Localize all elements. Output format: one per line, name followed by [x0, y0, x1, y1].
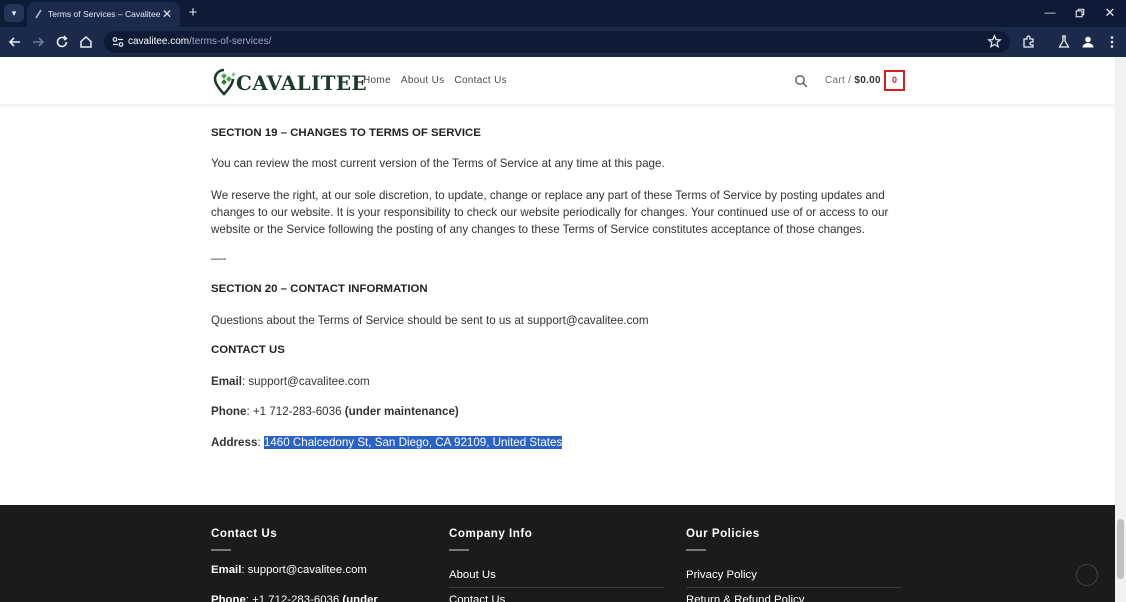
phone-label: Phone [211, 405, 247, 418]
browser-menu-kebab-icon[interactable] [1103, 33, 1121, 51]
footer-email-line: Email: support@cavalitee.com [211, 564, 367, 576]
footer-contact-column: Contact Us Email: support@cavalitee.com … [211, 527, 431, 602]
footer-phone-label: Phone [211, 594, 246, 602]
nav-home-link[interactable]: Home [363, 75, 391, 86]
home-icon[interactable] [77, 33, 95, 51]
footer-phone-value: : +1 712-283-6036 [245, 594, 343, 602]
restore-window-icon[interactable] [1071, 5, 1089, 21]
contact-us-heading: CONTACT US [211, 344, 285, 356]
footer-policies-title: Our Policies [686, 527, 760, 540]
tab-close-icon[interactable]: ✕ [160, 7, 174, 21]
cart-count-badge[interactable]: 0 [884, 70, 905, 91]
browser-tab-active[interactable]: Terms of Services – Cavalitee ✕ [27, 2, 180, 27]
labs-flask-icon[interactable] [1055, 33, 1073, 51]
address-label: Address [211, 436, 258, 449]
footer-refund-policy-link[interactable]: Return & Refund Policy [686, 594, 804, 602]
section-19-paragraph-1: You can review the most current version … [211, 157, 665, 170]
footer-email-label: Email [211, 564, 242, 576]
site-info-tune-icon[interactable] [111, 35, 125, 49]
cart-total: $0.00 [854, 75, 881, 86]
footer-phone-line: Phone: +1 712-283-6036 (under [211, 594, 378, 602]
site-footer: Contact Us Email: support@cavalitee.com … [0, 505, 1115, 602]
phone-value: : +1 712-283-6036 [246, 405, 345, 418]
nav-contact-us-link[interactable]: Contact Us [454, 75, 506, 86]
profile-avatar-icon[interactable] [1079, 33, 1097, 51]
email-label: Email [211, 375, 242, 388]
reload-icon[interactable] [53, 33, 71, 51]
new-tab-plus-icon[interactable]: + [185, 5, 201, 21]
phone-note: (under maintenance) [344, 405, 459, 418]
section-19-paragraph-2: We reserve the right, at our sole discre… [211, 189, 889, 236]
contact-phone-line: Phone: +1 712-283-6036 (under maintenanc… [211, 405, 459, 418]
logo-pin-icon [213, 68, 236, 96]
page-viewport: CAVALITEE Home About Us Contact Us Cart … [0, 57, 1115, 602]
contact-address-line: Address: 1460 Chalcedony St, San Diego, … [211, 436, 563, 449]
back-arrow-icon[interactable] [6, 33, 24, 51]
contact-email-line: Email: support@cavalitee.com [211, 375, 370, 388]
site-favicon-icon [35, 9, 42, 19]
browser-tab-bar: ▾ Terms of Services – Cavalitee ✕ + — ✕ [0, 0, 1126, 27]
browser-toolbar: cavalitee.com/terms-of-services/ [0, 27, 1126, 57]
cart-label: Cart / [825, 75, 852, 86]
footer-policies-column: Our Policies Privacy Policy Return & Ref… [686, 527, 906, 602]
footer-title-underline [686, 549, 706, 551]
minimize-window-icon[interactable]: — [1041, 5, 1059, 21]
extensions-puzzle-icon[interactable] [1020, 33, 1038, 51]
footer-contact-us-link[interactable]: Contact Us [449, 594, 505, 602]
cart-link[interactable]: Cart / $0.00 [825, 75, 881, 86]
footer-about-us-link[interactable]: About Us [449, 569, 496, 581]
site-header: CAVALITEE Home About Us Contact Us Cart … [0, 57, 1115, 104]
section-20-paragraph: Questions about the Terms of Service sho… [211, 314, 649, 327]
logo-text: CAVALITEE [236, 71, 367, 95]
back-to-top-button[interactable] [1076, 564, 1098, 586]
footer-link-divider [686, 587, 901, 588]
footer-company-title: Company Info [449, 527, 533, 540]
footer-company-column: Company Info About Us Contact Us [449, 527, 669, 602]
scrollbar-thumb[interactable] [1117, 519, 1124, 579]
address-separator: : [257, 436, 264, 449]
url-text: cavalitee.com/terms-of-services/ [128, 36, 271, 47]
section-divider: —- [211, 252, 227, 265]
section-19-heading: SECTION 19 – CHANGES TO TERMS OF SERVICE [211, 127, 481, 139]
footer-contact-title: Contact Us [211, 527, 278, 540]
footer-title-underline [211, 549, 231, 551]
url-domain: cavalitee.com [128, 36, 190, 47]
site-logo[interactable]: CAVALITEE [213, 68, 367, 96]
main-navigation: Home About Us Contact Us [363, 75, 507, 86]
url-path: /terms-of-services/ [189, 36, 272, 47]
page-scrollbar[interactable] [1115, 57, 1126, 602]
nav-about-us-link[interactable]: About Us [401, 75, 445, 86]
bookmark-star-icon[interactable] [987, 34, 1002, 49]
footer-privacy-policy-link[interactable]: Privacy Policy [686, 569, 757, 581]
footer-email-value: : support@cavalitee.com [241, 564, 367, 576]
footer-link-divider [449, 587, 664, 588]
footer-phone-note: (under [342, 594, 378, 602]
tab-search-chevron-icon[interactable]: ▾ [4, 4, 24, 22]
address-bar[interactable]: cavalitee.com/terms-of-services/ [104, 31, 1010, 53]
section-20-heading: SECTION 20 – CONTACT INFORMATION [211, 283, 428, 295]
close-window-icon[interactable]: ✕ [1101, 5, 1119, 21]
tab-title: Terms of Services – Cavalitee [48, 9, 161, 19]
footer-title-underline [449, 549, 469, 551]
search-icon[interactable] [794, 74, 808, 88]
email-value: : support@cavalitee.com [241, 375, 370, 388]
forward-arrow-icon[interactable] [29, 33, 47, 51]
address-value-selected[interactable]: 1460 Chalcedony St, San Diego, CA 92109,… [263, 436, 563, 449]
